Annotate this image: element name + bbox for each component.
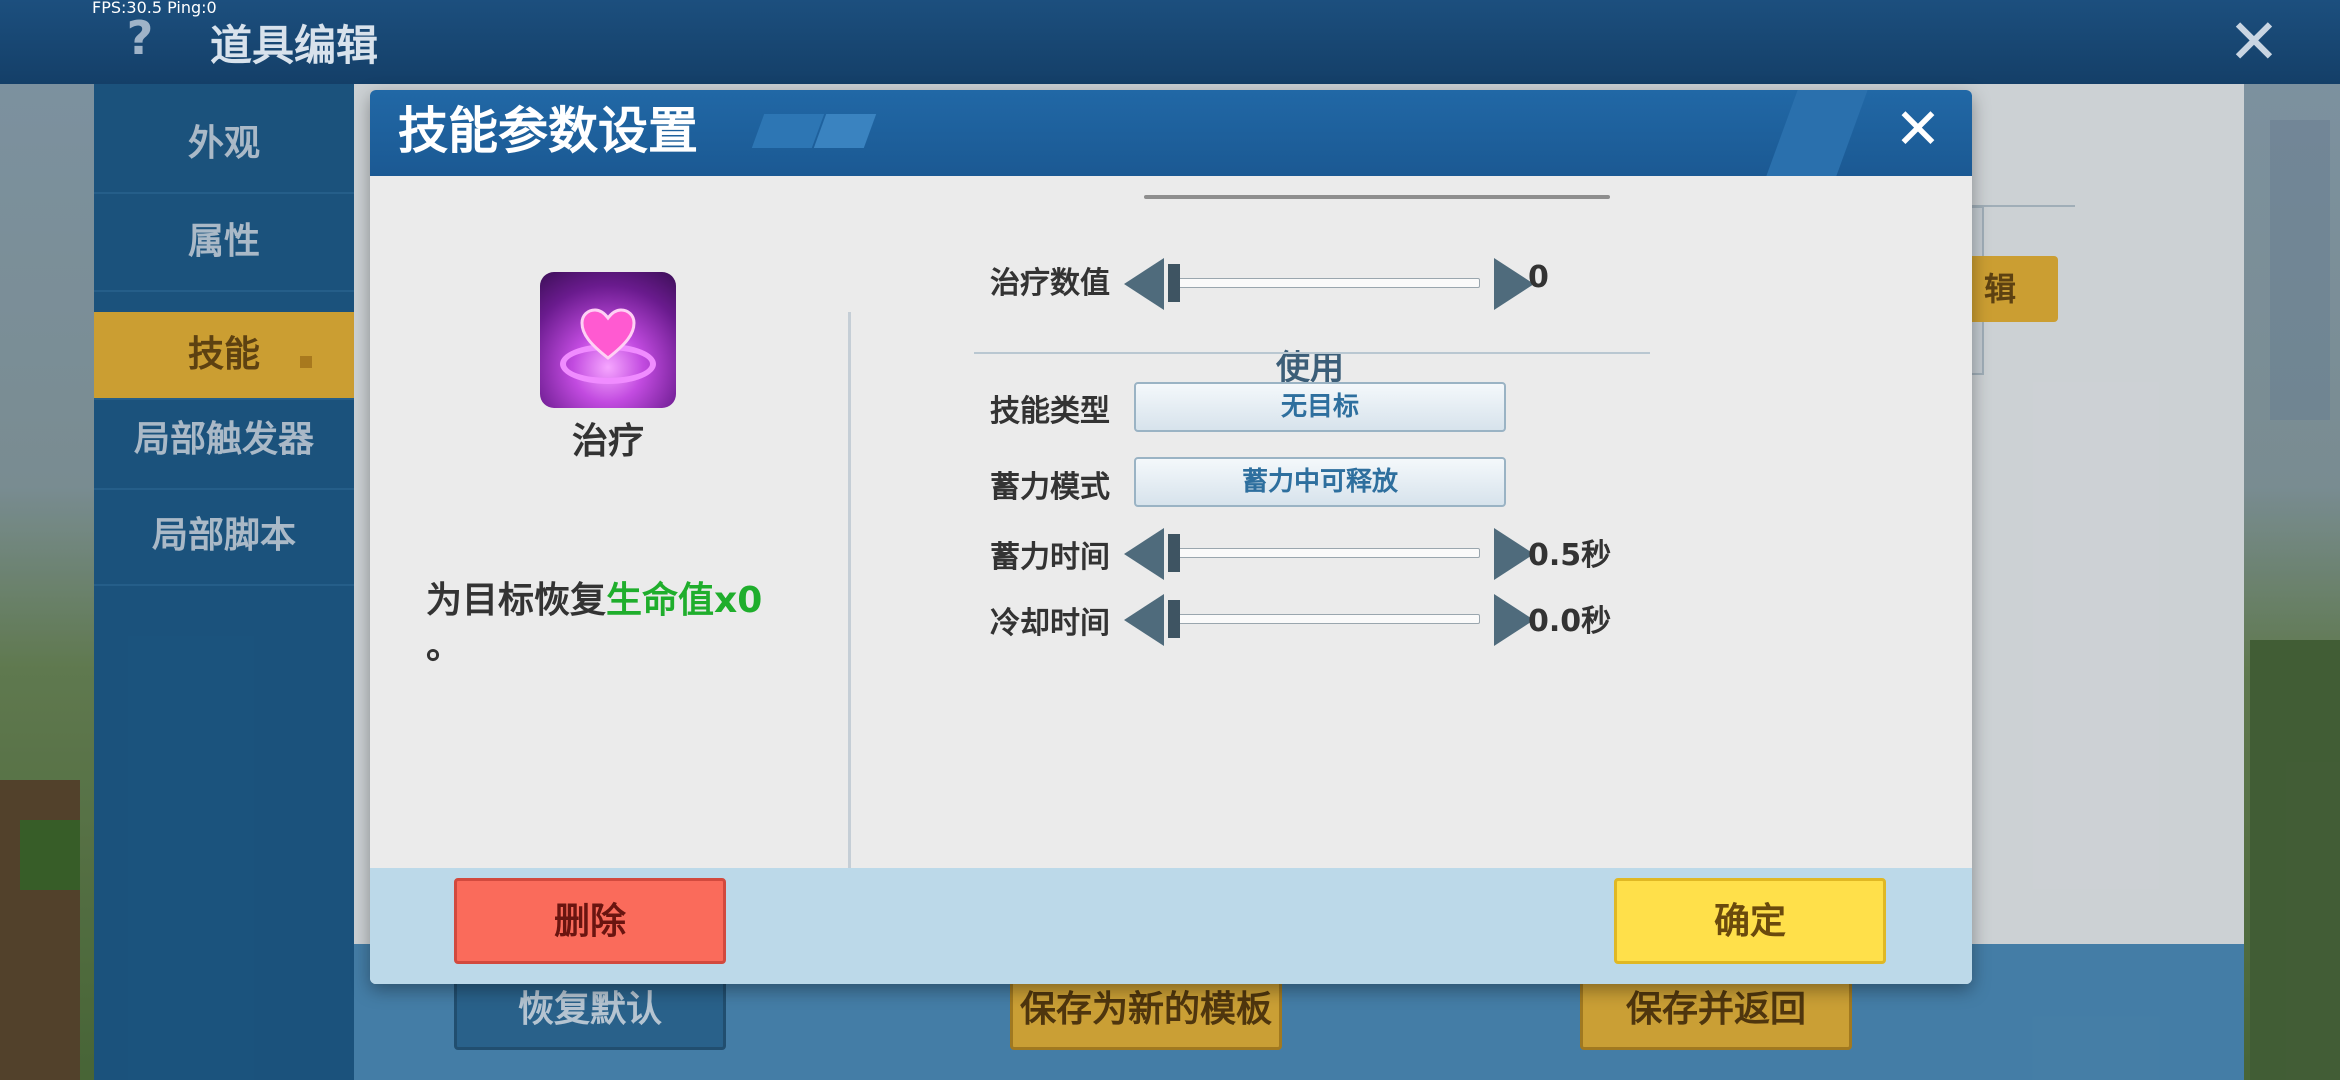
desc-suffix: x0 (714, 580, 763, 621)
heal-value-slider[interactable] (1124, 254, 1544, 312)
decrease-arrow-icon[interactable] (1124, 258, 1164, 310)
slider-track[interactable] (1170, 548, 1480, 558)
charge-mode-label: 蓄力模式 (990, 470, 1110, 505)
charge-mode-dropdown[interactable]: 蓄力中可释放 (1134, 457, 1506, 507)
desc-line2: 。 (426, 626, 463, 667)
cooldown-time-slider[interactable] (1124, 590, 1544, 648)
charge-time-readout: 0.5秒 (1528, 538, 1612, 573)
heart-shape (580, 308, 636, 360)
decrease-arrow-icon[interactable] (1124, 528, 1164, 580)
skill-type-label: 技能类型 (990, 394, 1110, 429)
charge-time-label: 蓄力时间 (990, 540, 1110, 575)
skill-type-dropdown[interactable]: 无目标 (1134, 382, 1506, 432)
pane-divider (848, 312, 851, 938)
delete-button[interactable]: 删除 (454, 878, 726, 964)
dialog-title: 技能参数设置 (398, 102, 698, 160)
page-title: 道具编辑 (210, 21, 379, 70)
heal-value-readout: 0 (1528, 260, 1549, 295)
slider-track[interactable] (1170, 614, 1480, 624)
heal-heart-icon (540, 272, 676, 408)
scroll-divider (1144, 195, 1610, 199)
desc-prefix: 为目标恢复 (426, 580, 607, 621)
skill-settings-dialog: 技能参数设置 ✕ 治疗 为目标恢复生命值x0 。 治疗数值 0 使用 技能类型 … (370, 90, 1972, 984)
heal-value-label: 治疗数值 (990, 266, 1110, 301)
decrease-arrow-icon[interactable] (1124, 594, 1164, 646)
dialog-close-icon[interactable]: ✕ (1890, 102, 1946, 158)
charge-time-slider[interactable] (1124, 524, 1544, 582)
desc-highlight: 生命值 (606, 580, 715, 621)
title-bar: FPS:30.5 Ping:0 ? 道具编辑 ✕ (0, 0, 2340, 84)
cooldown-time-label: 冷却时间 (990, 606, 1110, 641)
skill-name: 治疗 (571, 421, 644, 462)
header-decoration (751, 114, 825, 148)
header-decoration (813, 114, 877, 148)
slider-thumb[interactable] (1168, 534, 1180, 572)
section-divider (974, 352, 1650, 354)
confirm-button[interactable]: 确定 (1614, 878, 1886, 964)
slider-track[interactable] (1170, 278, 1480, 288)
header-decoration (1766, 90, 1868, 176)
help-icon[interactable]: ? (112, 10, 168, 66)
close-icon[interactable]: ✕ (2224, 11, 2284, 73)
skill-description: 为目标恢复生命值x0 。 (426, 578, 806, 670)
slider-thumb[interactable] (1168, 264, 1180, 302)
dialog-footer: 删除 确定 (370, 868, 1972, 984)
dialog-header: 技能参数设置 ✕ (370, 90, 1972, 176)
cooldown-time-readout: 0.0秒 (1528, 604, 1612, 639)
slider-thumb[interactable] (1168, 600, 1180, 638)
